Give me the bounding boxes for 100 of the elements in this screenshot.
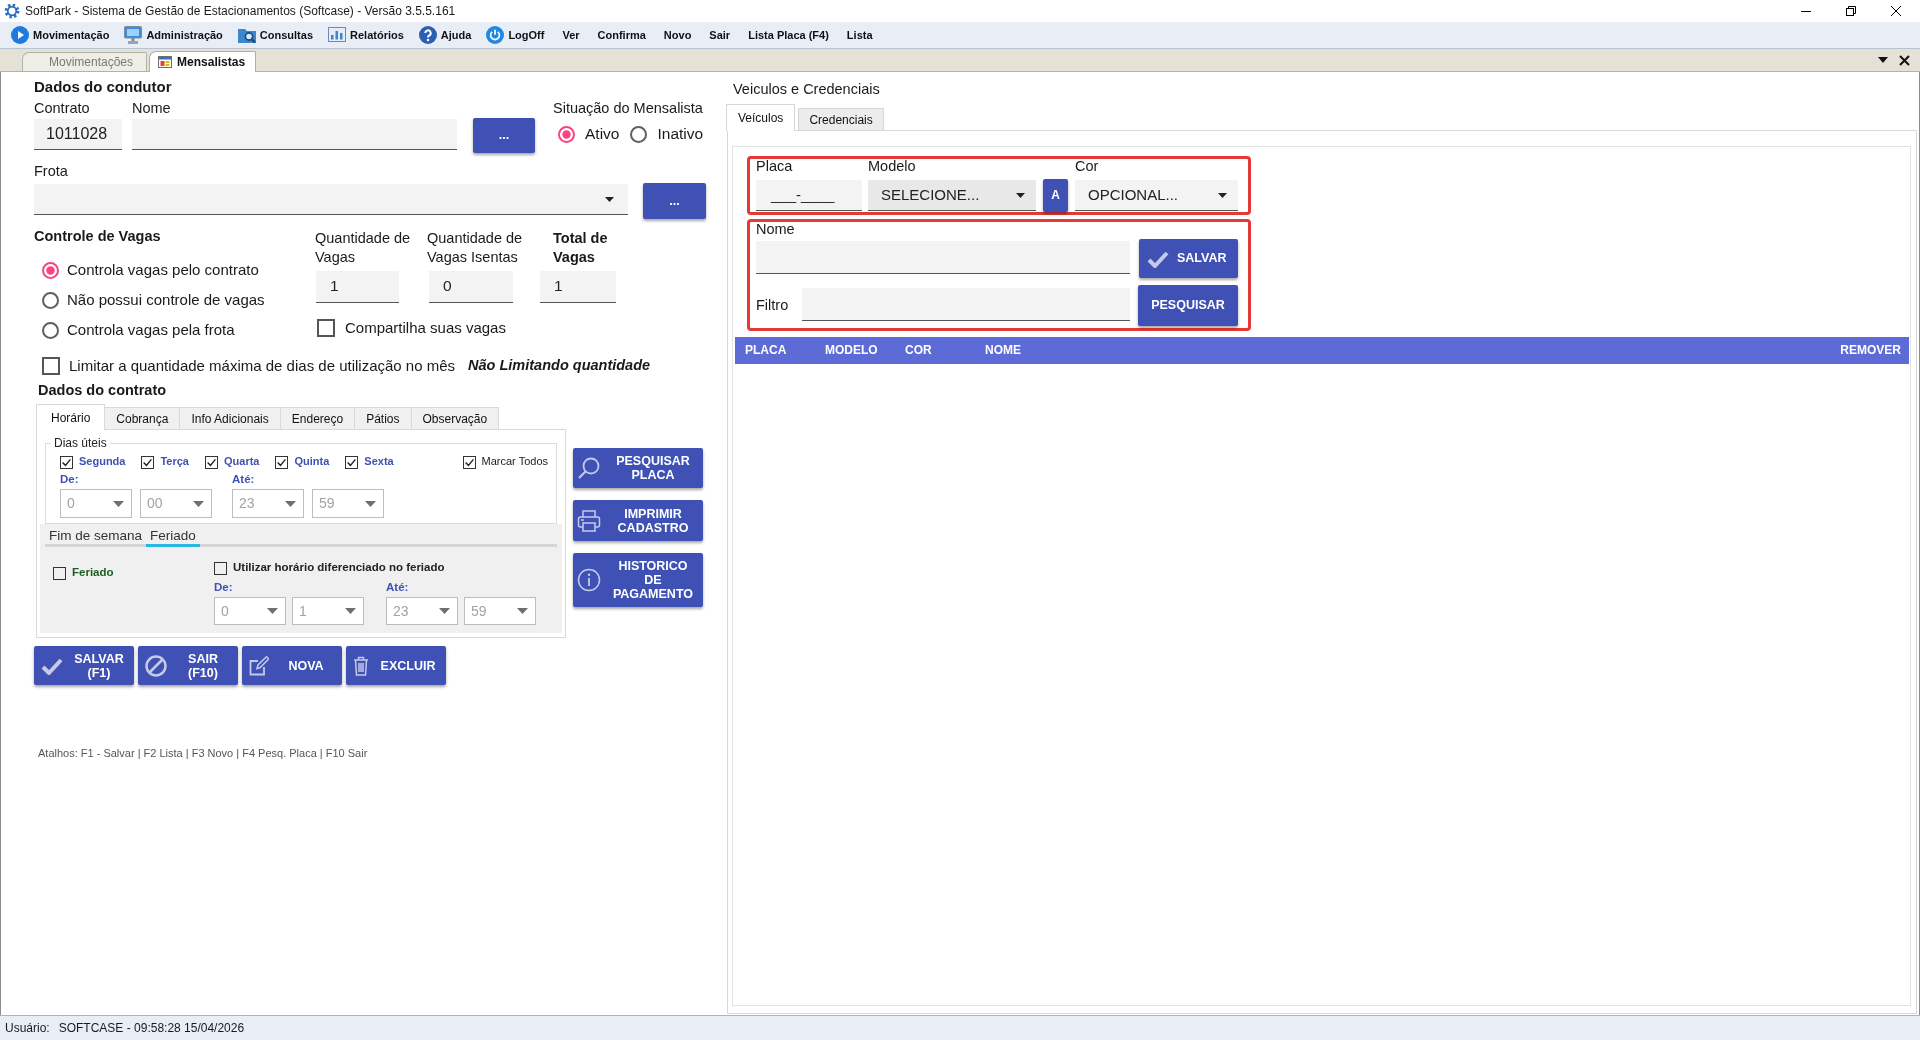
- checkbox[interactable]: [42, 357, 60, 375]
- checkbox[interactable]: [317, 319, 335, 337]
- menu-item[interactable]: Sair: [709, 26, 731, 44]
- menu-item[interactable]: Lista Placa (F4): [748, 26, 829, 44]
- dropdown[interactable]: [34, 184, 628, 215]
- monitor-icon: [124, 26, 143, 44]
- checkbox-label: Quinta: [294, 455, 330, 469]
- menu-item[interactable]: Ajuda: [418, 26, 472, 44]
- lookup-button[interactable]: ...: [473, 118, 535, 153]
- tab[interactable]: Info Adicionais: [179, 407, 281, 429]
- field-label: De:: [60, 473, 80, 486]
- radio-button[interactable]: [630, 125, 648, 143]
- save-button[interactable]: SALVAR (F1): [34, 646, 134, 685]
- column-header: MODELO: [825, 343, 879, 358]
- group-label: Dias úteis: [53, 437, 108, 449]
- input-field[interactable]: 0: [429, 271, 513, 303]
- document-tab[interactable]: Movimentações: [22, 52, 148, 71]
- input-field[interactable]: 1: [316, 271, 399, 303]
- tab[interactable]: Horário: [36, 404, 106, 430]
- menu-item[interactable]: Lista: [846, 26, 873, 44]
- play-icon: [11, 26, 29, 44]
- caret-icon: [365, 500, 376, 507]
- window-icon: [158, 56, 173, 68]
- trash-icon: [353, 655, 369, 676]
- tab[interactable]: Feriado: [146, 527, 200, 547]
- search-plate-button[interactable]: PESQUISAR PLACA: [573, 448, 703, 488]
- add-model-button[interactable]: A: [1043, 179, 1068, 212]
- status-label: Usuário:: [5, 1020, 50, 1036]
- save-button[interactable]: SALVAR: [1139, 239, 1238, 278]
- info-icon: [577, 568, 601, 592]
- menu-item[interactable]: Administração: [124, 26, 223, 44]
- menu-item[interactable]: LogOff: [486, 26, 545, 44]
- menu-item[interactable]: Movimentação: [11, 26, 110, 44]
- tab[interactable]: Endereço: [279, 407, 356, 429]
- caret-icon: [439, 608, 450, 614]
- input-field[interactable]: [802, 288, 1130, 321]
- caret-icon: [605, 196, 614, 202]
- tab[interactable]: Pátios: [354, 407, 412, 429]
- restore-icon[interactable]: [1846, 6, 1856, 16]
- radio-button[interactable]: [42, 321, 59, 339]
- menu-item[interactable]: Ver: [562, 26, 580, 44]
- print-button[interactable]: IMPRIMIR CADASTRO: [573, 500, 703, 541]
- radio-button[interactable]: [558, 125, 575, 143]
- input-field[interactable]: 1011028: [34, 119, 122, 150]
- status-text: SOFTCASE - 09:58:28 15/04/2026: [58, 1020, 245, 1036]
- menu-item[interactable]: Consultas: [237, 26, 314, 44]
- search-button[interactable]: PESQUISAR: [1138, 285, 1238, 326]
- column-header: NOME: [985, 343, 1022, 358]
- input-field[interactable]: [756, 241, 1130, 274]
- menu-item[interactable]: Confirma: [597, 26, 646, 44]
- delete-button[interactable]: EXCLUIR: [346, 646, 446, 685]
- input-field[interactable]: 1: [540, 271, 616, 303]
- minimize-icon[interactable]: [1801, 10, 1811, 12]
- field-label: Nome: [756, 222, 796, 237]
- payment-history-button[interactable]: HISTORICO DE PAGAMENTO: [573, 553, 703, 607]
- power-icon: [486, 26, 505, 44]
- caret-icon: [517, 608, 528, 614]
- radio-label: Inativo: [657, 125, 704, 144]
- close-icon[interactable]: [1891, 6, 1901, 16]
- checkbox-label: Compartilha suas vagas: [345, 319, 506, 337]
- checkbox[interactable]: [53, 566, 66, 580]
- document-tab[interactable]: Mensalistas: [149, 51, 257, 72]
- checkbox-label: Feriado: [72, 566, 114, 580]
- checkbox-label: Segunda: [79, 455, 126, 469]
- tab[interactable]: Cobrança: [104, 407, 181, 429]
- gear-icon: [4, 3, 20, 19]
- close-icon[interactable]: [1899, 54, 1910, 66]
- field-label: Quantidade de Vagas: [315, 229, 412, 267]
- exit-button[interactable]: SAIR (F10): [138, 646, 238, 685]
- radio-button[interactable]: [42, 261, 59, 279]
- field-label: Contrato: [34, 99, 91, 117]
- field-label: De:: [214, 581, 234, 594]
- search-icon: [577, 456, 601, 480]
- tab[interactable]: Veículos: [726, 104, 796, 131]
- radio-label: Controla vagas pelo contrato: [67, 261, 259, 279]
- section-title: Dados do contrato: [38, 382, 168, 398]
- input-field[interactable]: ___-____: [756, 180, 862, 211]
- field-label: Até:: [232, 473, 256, 486]
- chart-icon: [328, 26, 347, 44]
- lookup-button[interactable]: ...: [643, 183, 706, 219]
- dropdown[interactable]: OPCIONAL...: [1075, 180, 1238, 211]
- radio-label: Não possui controle de vagas: [67, 291, 265, 309]
- menu-item[interactable]: Novo: [663, 26, 692, 44]
- field-label: Placa: [756, 159, 794, 174]
- radio-label: Ativo: [585, 125, 620, 144]
- tab[interactable]: Fim de semana: [45, 527, 147, 547]
- new-button[interactable]: NOVA: [242, 646, 342, 685]
- section-title: Dados do condutor: [34, 78, 173, 96]
- tab[interactable]: Observação: [410, 407, 500, 429]
- dropdown[interactable]: SELECIONE...: [868, 180, 1036, 211]
- status-text: Não Limitando quantidade: [468, 357, 651, 375]
- prohibited-icon: [145, 654, 167, 677]
- field-label: Quantidade de Vagas Isentas: [427, 229, 524, 267]
- menu-item[interactable]: Relatórios: [328, 26, 404, 44]
- tab[interactable]: Credenciais: [798, 108, 884, 130]
- caret-icon: [1016, 192, 1025, 198]
- caret-down-icon[interactable]: [1878, 57, 1888, 63]
- radio-button[interactable]: [42, 291, 59, 309]
- input-field[interactable]: [132, 119, 457, 150]
- field-label: Cor: [1075, 159, 1100, 174]
